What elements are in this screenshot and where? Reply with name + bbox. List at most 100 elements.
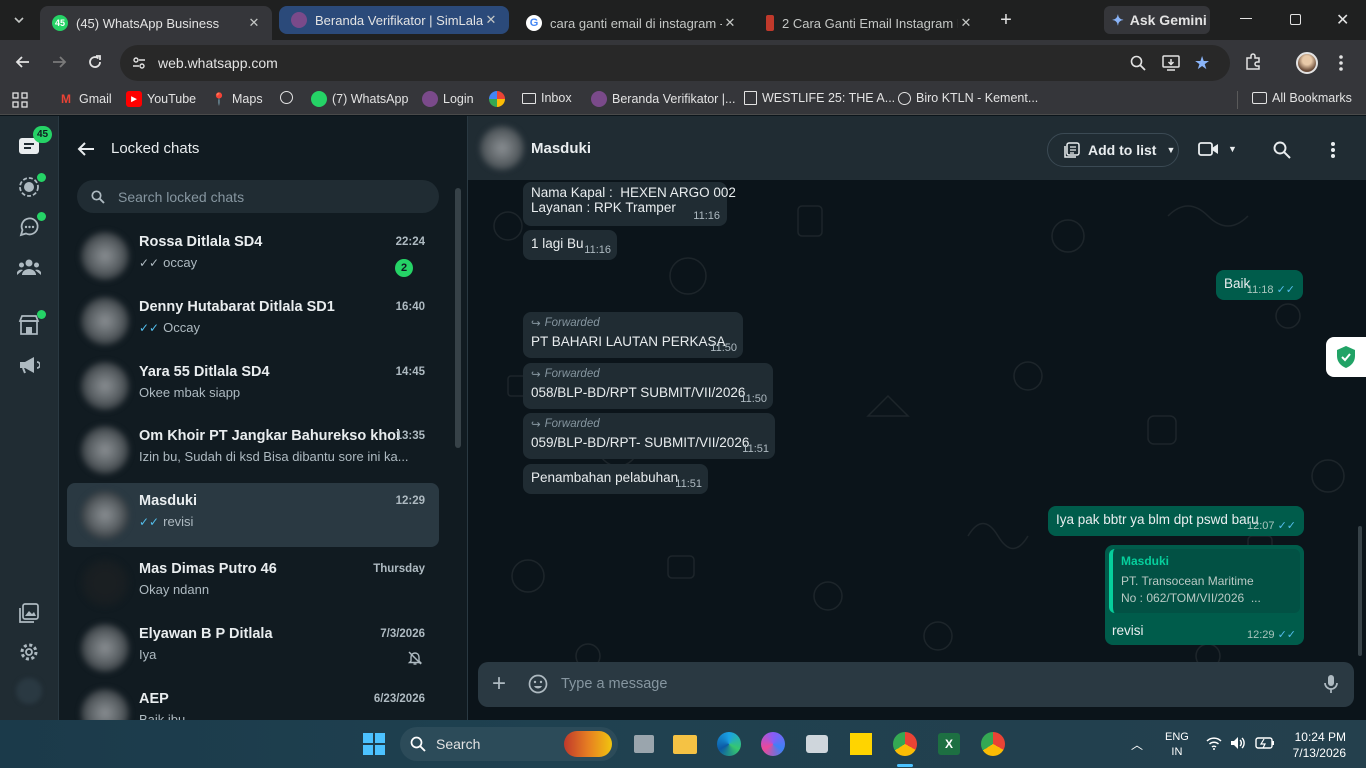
- language-indicator[interactable]: ENG IN: [1165, 730, 1189, 760]
- new-tab-button[interactable]: +: [995, 9, 1017, 31]
- bookmark-whatsapp[interactable]: (7) WhatsApp: [311, 91, 408, 107]
- close-tab-icon[interactable]: ✕: [246, 15, 262, 31]
- all-bookmarks[interactable]: All Bookmarks: [1252, 91, 1352, 105]
- security-shield-badge[interactable]: [1326, 337, 1366, 377]
- profile-avatar[interactable]: [1296, 52, 1318, 74]
- advertise-nav-icon[interactable]: [14, 350, 44, 380]
- chat-item[interactable]: Rossa Ditlala SD4 22:24 ✓✓ occay 2: [67, 224, 439, 288]
- tab-simlala[interactable]: Beranda Verifikator | SimLala ✕: [279, 6, 509, 34]
- edge-browser-icon[interactable]: [713, 728, 745, 760]
- file-explorer-icon[interactable]: [669, 728, 701, 760]
- chat-item-selected[interactable]: Masduki 12:29 ✓✓ revisi: [67, 483, 439, 547]
- battery-icon[interactable]: [1255, 737, 1275, 749]
- microphone-icon[interactable]: [1324, 674, 1338, 694]
- bookmark-star-icon[interactable]: ★: [1194, 53, 1210, 74]
- add-to-list-button[interactable]: Add to list ▼: [1047, 133, 1179, 167]
- message-forwarded[interactable]: ↪ Forwarded 059/BLP-BD/RPT- SUBMIT/VII/20…: [523, 413, 775, 459]
- extensions-icon[interactable]: [1244, 53, 1262, 71]
- minimize-button[interactable]: [1240, 18, 1252, 19]
- maps-pin-icon: 📍: [211, 92, 227, 106]
- ask-gemini-button[interactable]: ✦ Ask Gemini: [1104, 6, 1210, 34]
- copilot-icon[interactable]: [757, 728, 789, 760]
- message-text: Iya pak bbtr ya blm dpt pswd baru: [1056, 512, 1259, 527]
- message-reply-outgoing[interactable]: Masduki PT. Transocean Maritime No : 062…: [1105, 545, 1304, 645]
- contact-avatar[interactable]: [480, 126, 524, 170]
- media-gallery-icon[interactable]: [14, 598, 44, 628]
- excel-icon[interactable]: X: [933, 728, 965, 760]
- emoji-icon[interactable]: [528, 674, 548, 694]
- bookmark-maps[interactable]: 📍 Maps: [211, 91, 263, 107]
- chat-item[interactable]: Elyawan B P Ditlala 7/3/2026 Iya: [67, 616, 439, 680]
- clock[interactable]: 10:24 PM 7/13/2026: [1290, 729, 1346, 761]
- message-incoming[interactable]: Penambahan pelabuhan 11:51: [523, 464, 708, 494]
- back-arrow-icon[interactable]: [77, 141, 95, 157]
- bookmark-photos[interactable]: [489, 91, 510, 107]
- close-tab-icon[interactable]: ✕: [722, 15, 738, 31]
- tab-instagram-article[interactable]: 2 Cara Ganti Email Instagram Le ✕: [754, 6, 984, 40]
- bookmark-youtube[interactable]: ▶ YouTube: [126, 91, 196, 107]
- conversation-header[interactable]: Masduki Add to list ▼ ▼: [468, 116, 1366, 180]
- address-bar[interactable]: web.whatsapp.com ★: [120, 45, 1230, 81]
- tab-whatsapp[interactable]: 45 (45) WhatsApp Business ✕: [40, 6, 272, 40]
- apps-grid-icon[interactable]: [12, 92, 28, 108]
- close-tab-icon[interactable]: ✕: [483, 12, 499, 28]
- chat-item[interactable]: Om Khoir PT Jangkar Bahurekso khoir 13:3…: [67, 418, 439, 482]
- conversation-scrollbar[interactable]: [1358, 526, 1362, 656]
- communities-nav-icon[interactable]: [14, 252, 44, 282]
- volume-icon[interactable]: [1230, 736, 1246, 750]
- chrome-icon[interactable]: [889, 728, 921, 760]
- wifi-icon[interactable]: [1206, 736, 1222, 750]
- chrome-profile-icon[interactable]: [977, 728, 1009, 760]
- bookmark-westlife[interactable]: WESTLIFE 25: THE A...: [744, 91, 895, 105]
- reload-icon[interactable]: [86, 53, 104, 71]
- close-tab-icon[interactable]: ✕: [958, 15, 974, 31]
- locked-chats-search[interactable]: Search locked chats: [77, 180, 439, 213]
- double-check-icon: ✓✓: [139, 255, 160, 270]
- back-arrow-icon[interactable]: [14, 53, 32, 71]
- bookmark-globe[interactable]: [280, 91, 298, 104]
- youtube-icon: ▶: [126, 91, 142, 107]
- search-icon[interactable]: [1273, 141, 1291, 159]
- message-incoming[interactable]: 1 lagi Bu 11:16: [523, 230, 617, 260]
- tray-overflow-icon[interactable]: ︿: [1131, 736, 1143, 753]
- start-button[interactable]: [358, 728, 390, 760]
- task-view-icon[interactable]: [628, 728, 660, 760]
- bookmark-biro[interactable]: Biro KTLN - Kement...: [898, 91, 1038, 105]
- conversation-pane: Masduki Add to list ▼ ▼ Nama Kapal : HEX…: [468, 116, 1366, 720]
- bookmark-login[interactable]: Login: [422, 91, 474, 107]
- message-forwarded[interactable]: ↪ Forwarded 058/BLP-BD/RPT SUBMIT/VII/202…: [523, 363, 773, 409]
- bookmark-inbox[interactable]: Inbox: [522, 91, 572, 105]
- profile-avatar[interactable]: [16, 678, 42, 704]
- forwarded-label: ↪ Forwarded: [531, 317, 600, 330]
- sticky-notes-icon[interactable]: [845, 728, 877, 760]
- close-window-button[interactable]: ✕: [1336, 10, 1349, 30]
- tab-google-search[interactable]: G cara ganti email di instagram - I ✕: [514, 6, 748, 40]
- settings-gear-icon[interactable]: [14, 637, 44, 667]
- message-forwarded[interactable]: ↪ Forwarded PT BAHARI LAUTAN PERKASA 11:5…: [523, 312, 743, 358]
- more-options-icon[interactable]: [1330, 141, 1336, 159]
- site-info-icon[interactable]: [132, 56, 146, 70]
- bookmark-beranda[interactable]: Beranda Verifikator |...: [591, 91, 735, 107]
- quoted-message[interactable]: Masduki PT. Transocean Maritime No : 062…: [1109, 549, 1300, 613]
- gemini-icon: ✦: [1112, 11, 1124, 28]
- chat-item[interactable]: AEP 6/23/2026 Baik ibu: [67, 681, 439, 720]
- chat-list-scrollbar[interactable]: [455, 188, 461, 448]
- taskbar-search[interactable]: Search: [400, 727, 618, 761]
- attach-plus-icon[interactable]: +: [492, 671, 506, 697]
- message-incoming[interactable]: Nama Kapal : HEXEN ARGO 002 Layanan : RP…: [523, 182, 736, 226]
- bookmark-gmail[interactable]: M Gmail: [58, 91, 112, 107]
- chat-item[interactable]: Denny Hutabarat Ditlala SD1 16:40 ✓✓ Occa…: [67, 289, 439, 353]
- chat-item[interactable]: Mas Dimas Putro 46 Thursday Okay ndann: [67, 551, 439, 615]
- browser-menu-icon[interactable]: [1338, 54, 1344, 72]
- chat-item[interactable]: Yara 55 Ditlala SD4 14:45 Okee mbak siap…: [67, 354, 439, 418]
- message-input[interactable]: Type a message: [561, 676, 1301, 692]
- message-outgoing[interactable]: Iya pak bbtr ya blm dpt pswd baru 12:07 …: [1048, 506, 1304, 536]
- video-call-button[interactable]: ▼: [1198, 141, 1237, 157]
- forward-arrow-icon[interactable]: [50, 53, 68, 71]
- message-outgoing[interactable]: Baik 11:18 ✓✓: [1216, 270, 1303, 300]
- restore-button[interactable]: [1290, 14, 1301, 25]
- zoom-icon[interactable]: [1130, 55, 1146, 71]
- tab-search-button[interactable]: [8, 9, 30, 31]
- camera-app-icon[interactable]: [801, 728, 833, 760]
- install-app-icon[interactable]: [1162, 55, 1180, 71]
